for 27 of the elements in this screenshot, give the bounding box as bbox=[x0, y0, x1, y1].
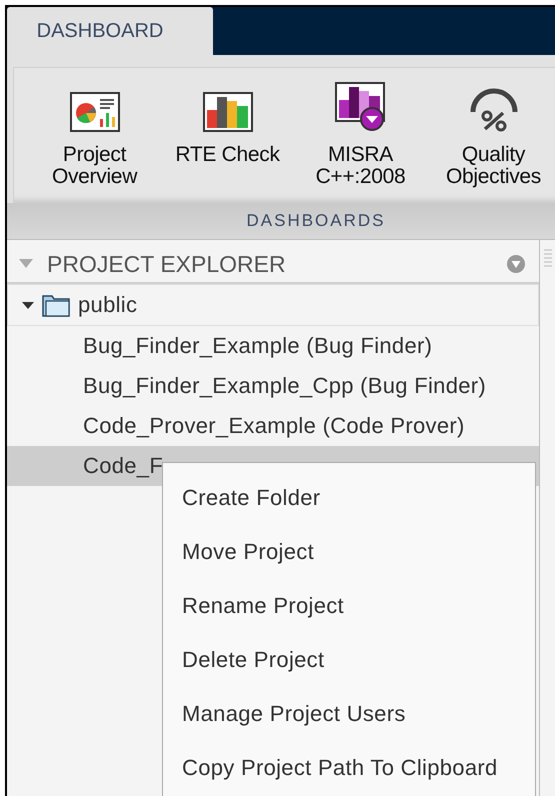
collapse-icon[interactable] bbox=[19, 259, 33, 269]
toolbar-button[interactable]: Quality Objectives bbox=[446, 144, 542, 188]
grip-icon[interactable] bbox=[544, 248, 552, 270]
dashboard-tab[interactable]: DASHBOARD bbox=[7, 7, 213, 55]
folder-icon bbox=[42, 293, 70, 317]
bar-chart-icon bbox=[202, 92, 252, 132]
bar-chart-dropdown-icon bbox=[334, 82, 386, 132]
menu-item[interactable]: Manage Project Users bbox=[163, 687, 535, 741]
toolbar-button[interactable]: RTE Check bbox=[175, 144, 280, 166]
percent-gauge-icon bbox=[468, 88, 518, 132]
dropdown-circle-icon[interactable] bbox=[507, 255, 525, 273]
menu-item[interactable]: Delete Project bbox=[163, 633, 535, 687]
report-chart-icon bbox=[70, 92, 120, 132]
menu-item[interactable]: Copy Project Path To Clipboard bbox=[163, 741, 535, 795]
section-label: DASHBOARDS bbox=[246, 211, 386, 231]
folder-label: public bbox=[78, 292, 138, 318]
panel-title: PROJECT EXPLORER bbox=[47, 250, 287, 278]
project-item[interactable]: Bug_Finder_Example_Cpp (Bug Finder) bbox=[7, 366, 539, 406]
menu-item[interactable]: Move Project bbox=[163, 525, 535, 579]
project-item[interactable]: Code_Prover_Example (Code Prover) bbox=[7, 406, 539, 446]
expand-caret-icon[interactable] bbox=[22, 299, 34, 311]
tree-row[interactable]: public bbox=[7, 284, 539, 326]
menu-item[interactable]: Rename Project bbox=[163, 579, 535, 633]
menu-item[interactable]: Create Folder bbox=[163, 471, 535, 525]
toolbar-button[interactable]: Project Overview bbox=[52, 144, 138, 188]
toolbar-button[interactable]: MISRA C++:2008 bbox=[316, 144, 406, 188]
project-item[interactable]: Bug_Finder_Example (Bug Finder) bbox=[7, 326, 539, 366]
